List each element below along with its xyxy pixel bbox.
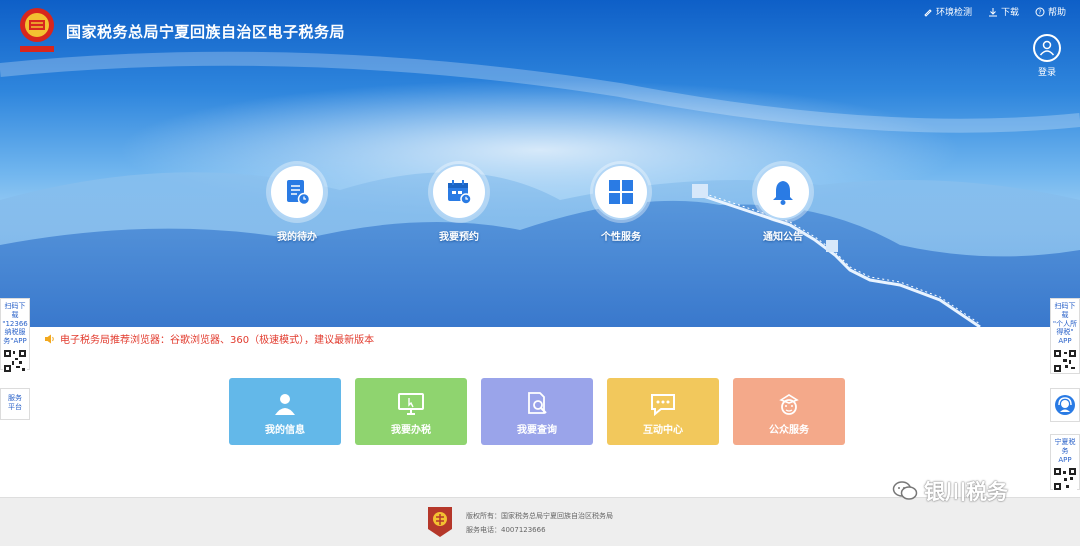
tile-interaction[interactable]: 互动中心 xyxy=(607,378,719,445)
side-text: "12366 xyxy=(2,319,28,328)
bell-icon xyxy=(755,164,811,220)
hero-item-label: 个性服务 xyxy=(601,232,641,243)
side-text: APP xyxy=(1058,337,1072,345)
site-title: 国家税务总局宁夏回族自治区电子税务局 xyxy=(66,23,346,41)
help-label: 帮助 xyxy=(1047,8,1066,18)
env-check-link[interactable]: 环境检测 xyxy=(923,5,972,18)
tile-label: 我要查询 xyxy=(517,425,557,436)
user-avatar-icon xyxy=(1033,34,1061,62)
todo-icon xyxy=(269,164,325,220)
side-text: "个人所 xyxy=(1052,319,1078,328)
login-button[interactable]: 登录 xyxy=(1030,34,1064,78)
speaker-icon xyxy=(45,334,54,343)
great-wall-illustration xyxy=(0,51,1080,327)
download-link[interactable]: 下载 xyxy=(988,5,1019,18)
side-text: 扫码下载 xyxy=(4,302,26,319)
user-icon xyxy=(229,389,341,419)
tile-tax-handling[interactable]: 我要办税 xyxy=(355,378,467,445)
hero-item-label: 我的待办 xyxy=(277,232,317,243)
tile-label: 互动中心 xyxy=(643,425,683,436)
tile-public-service[interactable]: 公众服务 xyxy=(733,378,845,445)
side-text: 得税" xyxy=(1056,328,1074,337)
hero-item-todo[interactable]: 我的待办 xyxy=(247,164,347,243)
download-icon xyxy=(988,7,997,16)
side-12366-app-qr[interactable]: 扫码下载 "12366 纳税服 务"APP xyxy=(0,298,30,373)
tile-label: 我要办税 xyxy=(391,425,431,436)
chat-icon xyxy=(607,389,719,419)
tile-my-info[interactable]: 我的信息 xyxy=(229,378,341,445)
qr-code-icon xyxy=(1053,348,1077,373)
browser-notice: 电子税务局推荐浏览器：谷歌浏览器、360（极速模式），建议最新版本 xyxy=(44,331,374,346)
tile-label: 公众服务 xyxy=(769,425,809,436)
calendar-icon xyxy=(431,164,487,220)
qr-code-icon xyxy=(3,348,27,373)
footer-copyright: 版权所有：国家税务总局宁夏回族自治区税务局 xyxy=(466,512,613,520)
side-text: 务"APP xyxy=(3,337,27,345)
hero-banner: 国家税务总局宁夏回族自治区电子税务局 环境检测 下载 ? 帮助 登录 我的待办 … xyxy=(0,0,1080,327)
mascot-icon xyxy=(733,389,845,419)
wechat-icon xyxy=(892,481,918,500)
wechat-watermark: 银川税务 xyxy=(892,476,1008,506)
side-text: APP xyxy=(1058,455,1072,464)
side-text: 纳税服 xyxy=(4,328,26,337)
hero-item-announcement[interactable]: 通知公告 xyxy=(733,164,833,243)
side-service-platform[interactable]: 服务 平台 xyxy=(0,388,30,420)
hero-item-reservation[interactable]: 我要预约 xyxy=(409,164,509,243)
side-iit-app-qr[interactable]: 扫码下载 "个人所 得税" APP xyxy=(1050,298,1080,374)
hero-item-label: 通知公告 xyxy=(763,232,803,243)
top-links: 环境检测 下载 ? 帮助 xyxy=(923,5,1066,18)
tile-query[interactable]: 我要查询 xyxy=(481,378,593,445)
search-doc-icon xyxy=(481,389,593,419)
monitor-icon xyxy=(355,389,467,419)
grid-icon xyxy=(593,164,649,220)
notice-text: 电子税务局推荐浏览器：谷歌浏览器、360（极速模式），建议最新版本 xyxy=(60,335,375,346)
side-text: 宁夏税务 xyxy=(1054,438,1076,455)
help-link[interactable]: ? 帮助 xyxy=(1035,5,1066,18)
login-label: 登录 xyxy=(1037,68,1056,78)
tax-emblem-icon xyxy=(428,507,452,537)
watermark-text: 银川税务 xyxy=(924,480,1008,504)
hero-item-personal-service[interactable]: 个性服务 xyxy=(571,164,671,243)
side-customer-service[interactable] xyxy=(1050,388,1080,422)
qr-code-icon xyxy=(1053,467,1077,492)
side-ningxia-app-qr[interactable]: 宁夏税务 APP xyxy=(1050,434,1080,492)
brush-icon xyxy=(924,8,932,17)
help-icon: ? xyxy=(1035,7,1045,16)
tax-bureau-logo xyxy=(20,8,54,52)
tile-label: 我的信息 xyxy=(265,425,305,436)
side-text: 扫码下载 xyxy=(1054,302,1076,319)
footer-phone: 服务电话：4007123666 xyxy=(466,526,546,534)
headset-icon xyxy=(1055,395,1075,415)
download-label: 下载 xyxy=(1000,8,1019,18)
hero-item-label: 我要预约 xyxy=(439,232,479,243)
env-check-label: 环境检测 xyxy=(935,8,972,18)
side-text: 平台 xyxy=(8,402,22,411)
side-text: 服务 xyxy=(8,394,22,402)
svg-text:?: ? xyxy=(1038,9,1041,16)
